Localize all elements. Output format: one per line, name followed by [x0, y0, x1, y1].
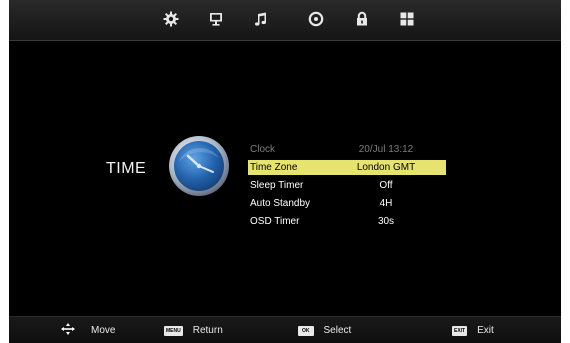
- hint-exit: EXIT Exit: [452, 317, 494, 343]
- menu-key-icon: MENU: [164, 325, 183, 336]
- menu-item-value: 20/Jul 13:12: [358, 144, 414, 155]
- hint-move-label: Move: [91, 325, 116, 336]
- menu-item-auto-standby[interactable]: Auto Standby 4H: [248, 196, 446, 211]
- apps-icon[interactable]: [397, 9, 417, 29]
- hint-select-label: Select: [323, 325, 352, 336]
- settings-icon[interactable]: [161, 9, 181, 29]
- tv-osd-screen: TIME Clock 20/Jul 13:12 Time Zone London…: [9, 0, 561, 343]
- music-icon[interactable]: [251, 9, 271, 29]
- hint-exit-label: Exit: [477, 325, 494, 336]
- menu-item-label: OSD Timer: [250, 216, 300, 227]
- key-hint-bar: Move MENU Return OK Select EXIT Exit: [9, 316, 561, 343]
- move-arrows-icon: [61, 323, 75, 338]
- time-settings-menu: Clock 20/Jul 13:12 Time Zone London GMT …: [248, 142, 446, 232]
- menu-item-sleep-timer[interactable]: Sleep Timer Off: [248, 178, 446, 193]
- menu-item-label: Time Zone: [250, 162, 298, 173]
- menu-item-value: London GMT: [356, 162, 416, 173]
- hint-return: MENU Return: [164, 317, 223, 343]
- menu-item-time-zone[interactable]: Time Zone London GMT: [248, 160, 446, 175]
- menu-item-label: Sleep Timer: [250, 180, 304, 191]
- clock-icon: [167, 134, 231, 198]
- picture-icon[interactable]: [206, 9, 226, 29]
- ok-key-icon: OK: [298, 325, 314, 336]
- hint-select: OK Select: [298, 317, 351, 343]
- hint-return-label: Return: [192, 325, 223, 336]
- menu-item-value: 30s: [377, 216, 395, 227]
- menu-item-value: 4H: [379, 198, 393, 209]
- channel-icon[interactable]: [306, 9, 326, 29]
- page-title: TIME: [106, 160, 147, 177]
- hint-move: Move: [61, 317, 115, 343]
- category-bar: [9, 0, 561, 41]
- menu-item-clock: Clock 20/Jul 13:12: [248, 142, 446, 157]
- menu-item-label: Auto Standby: [250, 198, 311, 209]
- menu-item-value: Off: [379, 180, 393, 191]
- lock-icon[interactable]: [352, 9, 372, 29]
- menu-item-osd-timer[interactable]: OSD Timer 30s: [248, 214, 446, 229]
- menu-item-label: Clock: [250, 144, 276, 155]
- exit-key-icon: EXIT: [452, 325, 468, 336]
